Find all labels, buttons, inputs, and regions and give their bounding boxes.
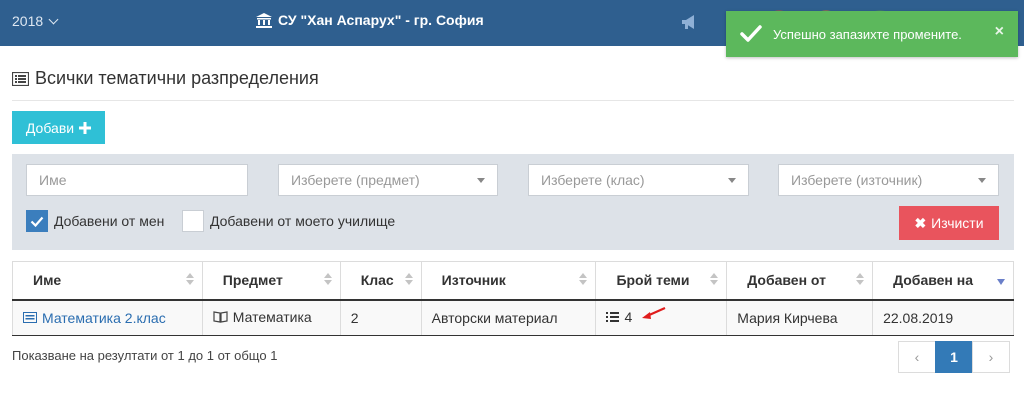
- column-header-subject[interactable]: Предмет: [201, 261, 341, 301]
- sort-desc-icon: [997, 279, 1005, 285]
- list-alt-icon: [23, 312, 37, 323]
- added-by-me-checkbox-row[interactable]: Добавени от мен: [26, 210, 164, 232]
- name-filter-input[interactable]: Име: [26, 164, 248, 196]
- row-name-link[interactable]: Математика 2.клас: [23, 310, 166, 326]
- subject-select[interactable]: Изберете (предмет): [278, 164, 498, 196]
- column-header-class[interactable]: Клас: [339, 261, 422, 301]
- times-icon: ✖: [914, 214, 927, 231]
- cell-added-by: Мария Кирчева: [726, 299, 874, 336]
- annotation-arrow-icon: [642, 306, 666, 319]
- source-select[interactable]: Изберете (източник): [778, 164, 999, 196]
- school-name: СУ "Хан Аспарух" - гр. София: [278, 12, 484, 28]
- added-by-me-checkbox[interactable]: [26, 210, 48, 232]
- sort-icon: [856, 273, 865, 285]
- name-filter-placeholder: Име: [39, 172, 67, 188]
- chevron-down-icon: [48, 14, 59, 24]
- list-alt-icon: [12, 71, 29, 86]
- page-title-text: Всички тематични разпределения: [35, 68, 319, 88]
- pagination: ‹ 1 ›: [898, 341, 1010, 373]
- sort-icon: [710, 273, 719, 285]
- column-header-added-by[interactable]: Добавен от: [726, 261, 874, 301]
- results-summary: Показване на резултати от 1 до 1 от общо…: [12, 348, 278, 363]
- school-title: СУ "Хан Аспарух" - гр. София: [256, 12, 484, 28]
- column-header-name[interactable]: Име: [12, 261, 203, 301]
- megaphone-icon[interactable]: [681, 14, 699, 33]
- page-1-button[interactable]: 1: [935, 341, 973, 373]
- class-select[interactable]: Изберете (клас): [528, 164, 749, 196]
- table-row: Математика 2.клас Математика 2 Авторски …: [12, 299, 1014, 336]
- next-page-button[interactable]: ›: [972, 341, 1010, 373]
- close-icon[interactable]: ×: [995, 23, 1004, 41]
- success-toast: Успешно запазихте промените. ×: [726, 11, 1018, 57]
- subject-select-placeholder: Изберете (предмет): [291, 172, 420, 188]
- add-button[interactable]: Добави: [12, 111, 105, 144]
- cell-subject: Математика: [201, 299, 341, 336]
- column-header-topics[interactable]: Брой теми: [595, 261, 728, 301]
- source-select-placeholder: Изберете (източник): [791, 172, 923, 188]
- cell-source: Авторски материал: [420, 299, 597, 336]
- list-ol-icon: [606, 312, 620, 323]
- divider: [12, 100, 1014, 101]
- table-header-row: Име Предмет Клас Източник Брой теми Доба…: [12, 261, 1014, 301]
- cell-class: 2: [339, 299, 422, 336]
- added-by-me-label: Добавени от мен: [54, 213, 165, 229]
- caret-down-icon: [477, 177, 485, 183]
- added-by-school-checkbox[interactable]: [182, 210, 204, 232]
- topics-link[interactable]: 4: [606, 309, 632, 325]
- cell-added-on: 22.08.2019: [872, 299, 1014, 336]
- caret-down-icon: [978, 177, 986, 183]
- page-title: Всички тематични разпределения: [12, 68, 319, 89]
- year-label: 2018: [12, 13, 44, 29]
- prev-page-button[interactable]: ‹: [898, 341, 936, 373]
- check-icon: [30, 216, 44, 227]
- check-icon: [740, 25, 762, 42]
- book-icon: [213, 311, 228, 323]
- added-by-school-checkbox-row[interactable]: Добавени от моето училище: [182, 210, 395, 232]
- class-select-placeholder: Изберете (клас): [541, 172, 645, 188]
- clear-button-label: Изчисти: [931, 215, 984, 231]
- sort-icon: [323, 273, 332, 285]
- add-button-label: Добави: [25, 119, 75, 136]
- results-table: Име Предмет Клас Източник Брой теми Доба…: [12, 261, 1014, 336]
- column-header-added-on[interactable]: Добавен на: [872, 261, 1014, 301]
- year-selector[interactable]: 2018: [12, 13, 59, 29]
- sort-icon: [579, 273, 588, 285]
- filter-panel: Име Изберете (предмет) Изберете (клас) И…: [12, 154, 1014, 250]
- added-by-school-label: Добавени от моето училище: [210, 213, 396, 229]
- clear-button[interactable]: ✖ Изчисти: [899, 206, 999, 240]
- cell-name: Математика 2.клас: [12, 299, 203, 336]
- toast-message: Успешно запазихте промените.: [773, 26, 962, 42]
- caret-down-icon: [728, 177, 736, 183]
- plus-icon: [79, 121, 92, 134]
- sort-icon: [404, 273, 413, 285]
- sort-icon: [185, 273, 194, 285]
- institution-icon: [256, 12, 272, 28]
- column-header-source[interactable]: Източник: [420, 261, 597, 301]
